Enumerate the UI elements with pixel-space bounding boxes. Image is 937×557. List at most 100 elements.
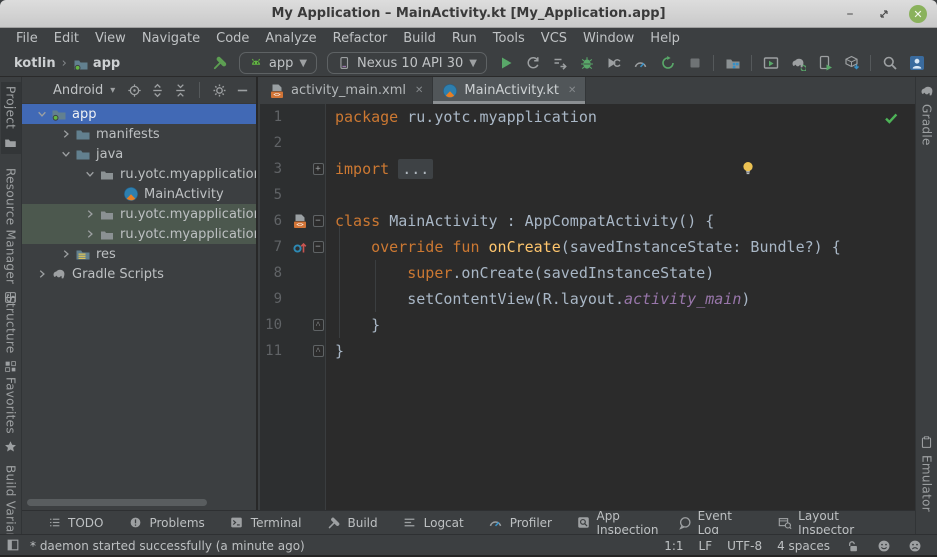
- debug-button[interactable]: [574, 51, 599, 75]
- tree-item-manifests[interactable]: manifests: [22, 124, 256, 144]
- editor-line-11[interactable]: 11˄}: [260, 338, 915, 364]
- feedback-sad-icon[interactable]: [907, 538, 923, 554]
- fold-marker-minus[interactable]: −: [310, 241, 326, 253]
- menu-code[interactable]: Code: [208, 28, 257, 50]
- tree-item-mainactivity[interactable]: MainActivity: [22, 184, 256, 204]
- apply-code-changes-button[interactable]: [547, 51, 572, 75]
- tool-button-terminal[interactable]: Terminal: [229, 515, 302, 531]
- tool-button-event-log[interactable]: Event Log: [678, 509, 751, 537]
- tool-stripe-project[interactable]: Project: [1, 82, 21, 154]
- chevron-right-icon[interactable]: [34, 267, 50, 281]
- tool-stripe-gradle[interactable]: Gradle: [919, 83, 935, 146]
- editor-line-7[interactable]: 7− override fun onCreate(savedInstanceSt…: [260, 234, 915, 260]
- tool-button-build[interactable]: Build: [326, 515, 378, 531]
- profile-button[interactable]: [628, 51, 653, 75]
- chevron-down-icon[interactable]: [34, 107, 50, 121]
- editor-line-9[interactable]: 9 setContentView(R.layout.activity_main): [260, 286, 915, 312]
- avd-manager-button[interactable]: [758, 51, 783, 75]
- close-tab-icon[interactable]: ✕: [568, 85, 576, 96]
- device-select[interactable]: Nexus 10 API 30 ▼: [327, 52, 487, 74]
- rerun-activity-button[interactable]: [655, 51, 680, 75]
- menu-window[interactable]: Window: [575, 28, 642, 50]
- attach-debugger-button[interactable]: [601, 51, 626, 75]
- lock-open-icon[interactable]: [845, 538, 861, 554]
- fold-marker-plus[interactable]: +: [310, 163, 326, 175]
- caret-position[interactable]: 1:1: [664, 539, 683, 553]
- breadcrumb-root[interactable]: kotlin: [14, 56, 56, 71]
- chevron-right-icon[interactable]: [58, 247, 74, 261]
- close-tab-icon[interactable]: ✕: [415, 85, 423, 96]
- device-manager-button[interactable]: [812, 51, 837, 75]
- sdk-manager-button[interactable]: [839, 51, 864, 75]
- feedback-happy-icon[interactable]: [876, 538, 892, 554]
- chevron-down-icon[interactable]: [58, 147, 74, 161]
- settings-icon[interactable]: [211, 82, 227, 98]
- editor-line-5[interactable]: 5: [260, 182, 915, 208]
- layout-file-icon[interactable]: <>: [290, 213, 310, 229]
- code-editor[interactable]: 1package ru.yotc.myapplication23+import …: [260, 104, 915, 510]
- title-bar[interactable]: My Application – MainActivity.kt [My_App…: [0, 0, 937, 28]
- menu-vcs[interactable]: VCS: [533, 28, 575, 50]
- menu-tools[interactable]: Tools: [485, 28, 533, 50]
- tool-stripe-build-variants[interactable]: Build Variants: [3, 465, 19, 534]
- editor-line-10[interactable]: 10˄ }: [260, 312, 915, 338]
- menu-edit[interactable]: Edit: [46, 28, 87, 50]
- locate-icon[interactable]: [126, 82, 142, 98]
- tool-window-switcher-icon[interactable]: [6, 538, 22, 554]
- tool-button-app-inspection[interactable]: App Inspection: [576, 509, 678, 537]
- menu-analyze[interactable]: Analyze: [257, 28, 324, 50]
- tool-button-profiler[interactable]: Profiler: [488, 515, 552, 531]
- tool-button-layout-inspector[interactable]: Layout Inspector: [778, 509, 887, 537]
- editor-line-1[interactable]: 1package ru.yotc.myapplication: [260, 104, 915, 130]
- device-file-explorer-button[interactable]: [720, 51, 745, 75]
- close-button[interactable]: ✕: [909, 5, 927, 23]
- editor-line-2[interactable]: 2: [260, 130, 915, 156]
- chevron-right-icon[interactable]: [82, 207, 98, 221]
- menu-run[interactable]: Run: [444, 28, 485, 50]
- menu-build[interactable]: Build: [395, 28, 444, 50]
- tool-button-todo[interactable]: TODO: [46, 515, 103, 531]
- line-ending[interactable]: LF: [699, 539, 713, 553]
- minimize-button[interactable]: –: [841, 5, 859, 23]
- tool-button-problems[interactable]: Problems: [127, 515, 204, 531]
- chevron-down-icon[interactable]: [82, 167, 98, 181]
- stop-button[interactable]: [682, 51, 707, 75]
- tab-activity-main-xml[interactable]: <>activity_main.xml✕: [260, 77, 433, 104]
- tool-stripe-structure[interactable]: Structure: [3, 295, 19, 375]
- tree-item-ru-yotc-myapplication[interactable]: ru.yotc.myapplication(andro: [22, 204, 256, 224]
- apply-changes-button[interactable]: [520, 51, 545, 75]
- search-everywhere-button[interactable]: [877, 51, 902, 75]
- tool-button-logcat[interactable]: Logcat: [402, 515, 464, 531]
- fold-marker-end[interactable]: ˄: [310, 345, 326, 357]
- tool-stripe-favorites[interactable]: Favorites: [3, 377, 19, 455]
- tree-item-gradle-scripts[interactable]: Gradle Scripts: [22, 264, 256, 284]
- tree-item-ru-yotc-myapplication[interactable]: ru.yotc.myapplication: [22, 164, 256, 184]
- editor-line-6[interactable]: 6<>−class MainActivity : AppCompatActivi…: [260, 208, 915, 234]
- fold-marker-end[interactable]: ˄: [310, 319, 326, 331]
- fold-marker-minus[interactable]: −: [310, 215, 326, 227]
- breadcrumb[interactable]: kotlin › app: [0, 56, 120, 71]
- encoding[interactable]: UTF-8: [727, 539, 762, 553]
- project-view-mode[interactable]: Android: [53, 83, 103, 98]
- run-button[interactable]: [493, 51, 518, 75]
- chevron-right-icon[interactable]: [58, 127, 74, 141]
- tab-mainactivity-kt[interactable]: MainActivity.kt✕: [433, 77, 586, 104]
- sync-gradle-button[interactable]: [785, 51, 810, 75]
- tool-stripe-resource-manager[interactable]: Resource Manager: [3, 168, 19, 305]
- breadcrumb-module[interactable]: app: [93, 56, 120, 71]
- menu-help[interactable]: Help: [642, 28, 688, 50]
- tree-item-res[interactable]: res: [22, 244, 256, 264]
- build-button[interactable]: [208, 51, 233, 75]
- profile-avatar-button[interactable]: [904, 51, 929, 75]
- expand-all-icon[interactable]: [149, 82, 165, 98]
- menu-file[interactable]: File: [8, 28, 46, 50]
- tree-item-java[interactable]: java: [22, 144, 256, 164]
- menu-view[interactable]: View: [87, 28, 134, 50]
- restore-button[interactable]: [875, 5, 893, 23]
- tool-stripe-emulator[interactable]: Emulator: [919, 434, 935, 512]
- horizontal-scrollbar[interactable]: [27, 499, 207, 506]
- tree-item-ru-yotc-myapplication[interactable]: ru.yotc.myapplication(tes: [22, 224, 256, 244]
- chevron-right-icon[interactable]: [82, 227, 98, 241]
- chevron-down-icon[interactable]: ▾: [110, 85, 115, 96]
- tree-item-app[interactable]: app: [22, 104, 256, 124]
